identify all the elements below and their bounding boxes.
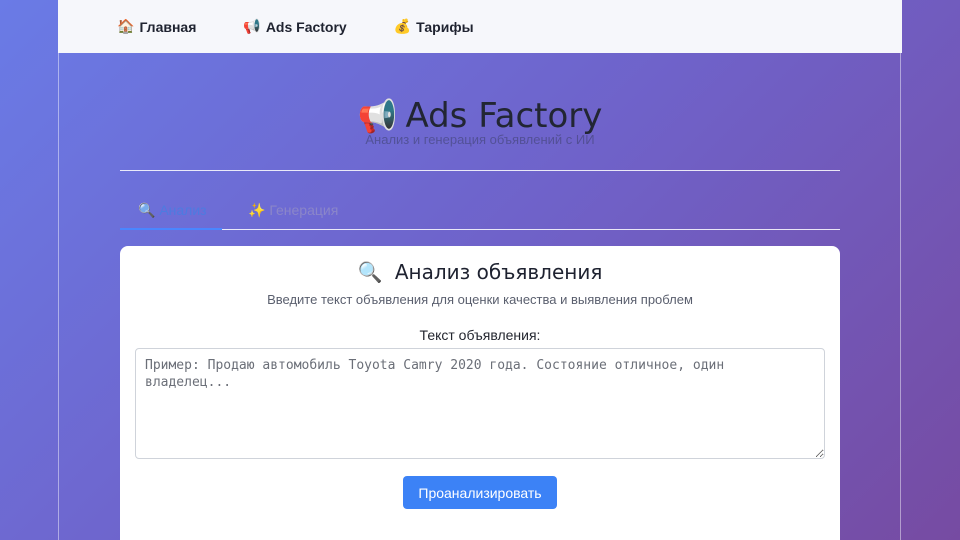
tab-generation[interactable]: ✨ Генерация	[230, 192, 356, 230]
sparkles-icon: ✨	[248, 202, 266, 218]
analysis-card: 🔍 Анализ объявления Введите текст объявл…	[120, 246, 840, 540]
card-title-text: Анализ объявления	[394, 260, 603, 284]
nav-link-pricing[interactable]: 💰 Тарифы	[394, 18, 474, 35]
nav-link-label: Ads Factory	[265, 18, 347, 35]
tab-label: Генерация	[269, 202, 339, 218]
tab-label: Анализ	[159, 202, 207, 218]
money-bag-icon: 💰	[393, 18, 412, 34]
home-icon: 🏠	[117, 18, 135, 34]
card-description: Введите текст объявления для оценки каче…	[267, 292, 693, 307]
nav-link-label: Главная	[139, 18, 197, 35]
tab-analysis[interactable]: 🔍 Анализ	[120, 192, 222, 230]
card-title: 🔍 Анализ объявления	[120, 260, 840, 284]
magnifier-icon: 🔍	[357, 260, 383, 284]
nav-link-ads-factory[interactable]: 📢 Ads Factory	[243, 18, 346, 35]
analyze-button[interactable]: Проанализировать	[403, 476, 557, 509]
nav-link-label: Тарифы	[416, 18, 474, 35]
nav-link-home[interactable]: 🏠 Главная	[117, 18, 196, 35]
mode-tabs: 🔍 Анализ ✨ Генерация	[120, 192, 840, 230]
header-divider	[120, 170, 840, 171]
magnifier-icon: 🔍	[138, 202, 156, 218]
megaphone-icon: 📢	[243, 18, 261, 34]
ad-text-label: Текст объявления:	[419, 327, 541, 343]
page-subtitle: Анализ и генерация объявлений с ИИ	[365, 132, 595, 147]
page-header: 📢 Ads Factory Анализ и генерация объявле…	[120, 94, 840, 147]
ad-text-input[interactable]	[135, 348, 825, 459]
top-navigation: 🏠 Главная 📢 Ads Factory 💰 Тарифы	[58, 0, 902, 53]
